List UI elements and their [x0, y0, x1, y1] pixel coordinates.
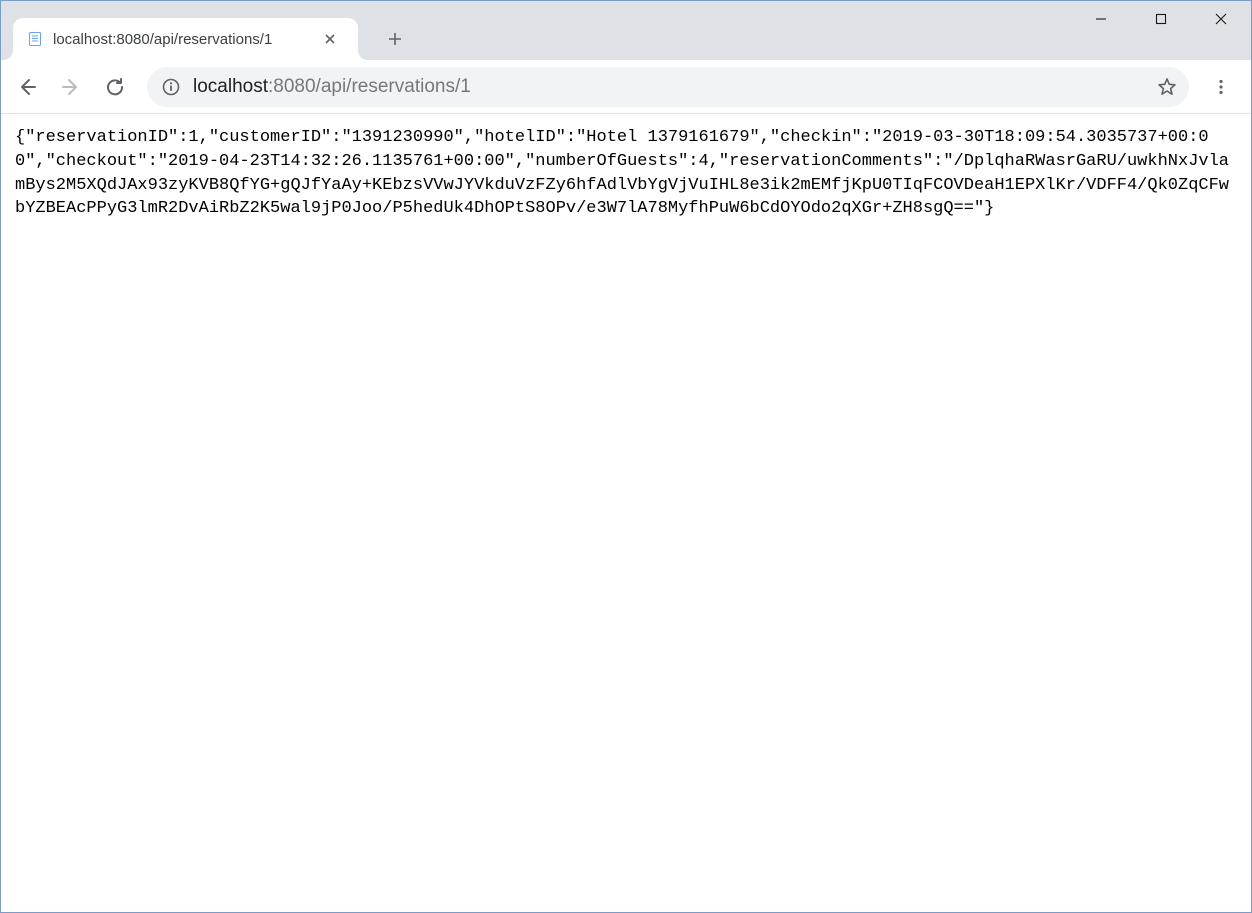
- forward-button[interactable]: [51, 67, 91, 107]
- site-info-icon[interactable]: [161, 77, 181, 97]
- new-tab-button[interactable]: [380, 24, 410, 54]
- bookmark-star-icon[interactable]: [1155, 75, 1179, 99]
- maximize-button[interactable]: [1131, 1, 1191, 37]
- minimize-button[interactable]: [1071, 1, 1131, 37]
- browser-toolbar: localhost:8080/api/reservations/1: [1, 60, 1251, 114]
- browser-menu-button[interactable]: [1201, 67, 1241, 107]
- browser-tab[interactable]: localhost:8080/api/reservations/1: [13, 18, 358, 60]
- response-body: {"reservationID":1,"customerID":"1391230…: [15, 128, 1229, 218]
- url-text: localhost:8080/api/reservations/1: [193, 76, 1143, 98]
- url-path: :8080/api/reservations/1: [268, 76, 471, 97]
- address-bar[interactable]: localhost:8080/api/reservations/1: [147, 67, 1189, 107]
- tab-close-button[interactable]: [321, 30, 339, 48]
- window-controls: [1071, 1, 1251, 37]
- url-host: localhost: [193, 76, 268, 97]
- tab-favicon: [27, 31, 43, 47]
- titlebar: localhost:8080/api/reservations/1: [1, 1, 1251, 60]
- close-window-button[interactable]: [1191, 1, 1251, 37]
- tab-strip: localhost:8080/api/reservations/1: [1, 1, 410, 60]
- tab-title: localhost:8080/api/reservations/1: [53, 31, 311, 48]
- reload-button[interactable]: [95, 67, 135, 107]
- back-button[interactable]: [7, 67, 47, 107]
- page-content: {"reservationID":1,"customerID":"1391230…: [1, 114, 1251, 233]
